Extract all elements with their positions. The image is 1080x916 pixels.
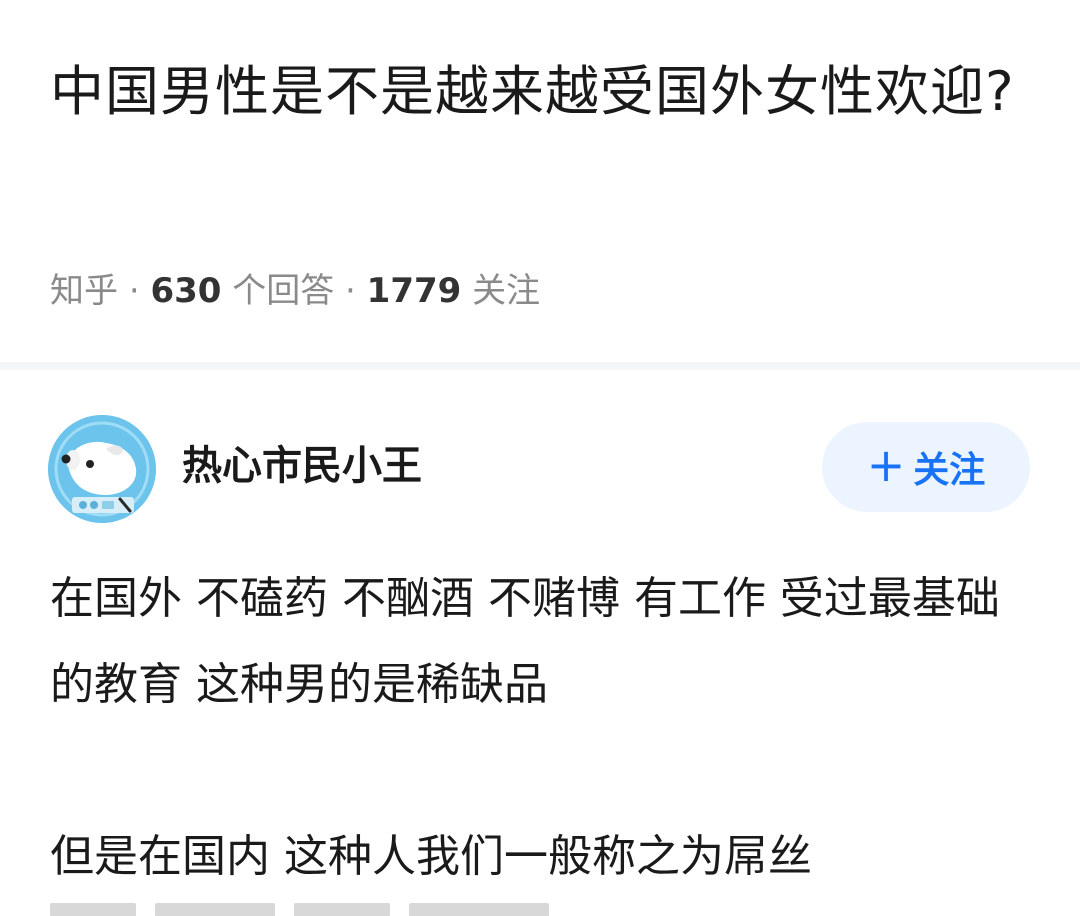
answer-card: 热心市民小王 + 关注 在国外 不磕药 不酗酒 不赌博 有工作 受过最基础的教育… [0,370,1080,916]
source-label: 知乎 [50,271,118,311]
answer-count-label: 个回答 [232,271,335,311]
dog-astronaut-icon [48,415,156,523]
follow-button[interactable]: + 关注 [822,422,1030,512]
follower-count-label: 关注 [472,271,541,311]
meta-separator: · [345,271,356,311]
plus-icon: + [866,438,906,492]
answer-count: 630 [150,271,222,311]
follow-button-label: 关注 [913,450,986,491]
follower-count: 1779 [366,271,462,311]
answer-paragraph: 但是在国内 这种人我们一般称之为屌丝 [50,831,812,882]
truncated-next-line [50,902,650,916]
author-avatar[interactable] [48,415,156,523]
question-title[interactable]: 中国男性是不是越来越受国外女性欢迎? [50,48,1040,136]
question-card: 中国男性是不是越来越受国外女性欢迎? 知乎 · 630 个回答 · 1779 关… [0,0,1080,362]
question-meta: 知乎 · 630 个回答 · 1779 关注 [50,266,540,316]
truncated-text-fragment [155,903,276,916]
answer-content[interactable]: 在国外 不磕药 不酗酒 不赌博 有工作 受过最基础的教育 这种男的是稀缺品 但是… [50,556,1040,900]
section-divider [0,362,1080,370]
author-name[interactable]: 热心市民小王 [182,438,422,494]
truncated-text-fragment [409,903,550,916]
truncated-text-fragment [294,903,391,916]
answer-paragraph: 在国外 不磕药 不酗酒 不赌博 有工作 受过最基础的教育 这种男的是稀缺品 [50,573,1000,710]
truncated-text-fragment [50,903,136,916]
meta-separator: · [128,271,140,311]
